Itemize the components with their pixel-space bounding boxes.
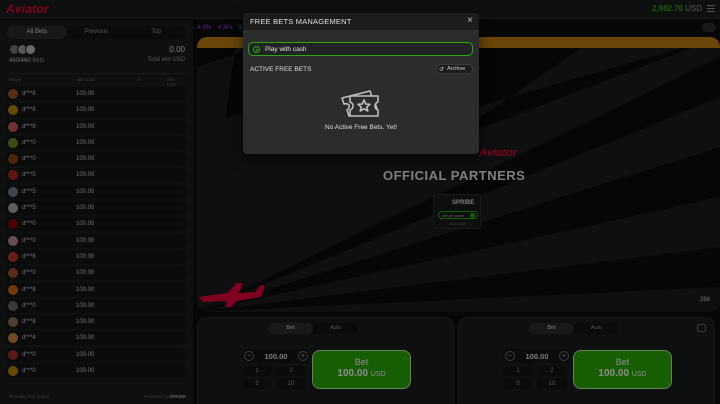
radio-selected-icon[interactable]: [253, 46, 260, 53]
history-icon: ↺: [439, 67, 445, 73]
ticket-icon: [341, 90, 379, 117]
archive-button[interactable]: ↺ Archive: [436, 64, 473, 74]
close-icon[interactable]: ×: [467, 15, 473, 26]
active-free-bets-title: ACTIVE FREE BETS: [250, 66, 312, 73]
aviator-app: Aviator 2,982.70 USD All Bets Previous To…: [0, 0, 720, 404]
modal-title: FREE BETS MANAGEMENT: [250, 17, 352, 26]
empty-state-text: No Active Free Bets. Yet!: [325, 124, 397, 131]
play-with-cash-label: Play with cash: [265, 46, 307, 53]
modal-header: FREE BETS MANAGEMENT ×: [243, 13, 479, 30]
play-with-cash-option[interactable]: Play with cash: [248, 42, 473, 56]
free-bets-modal: FREE BETS MANAGEMENT × Play with cash AC…: [243, 13, 479, 154]
